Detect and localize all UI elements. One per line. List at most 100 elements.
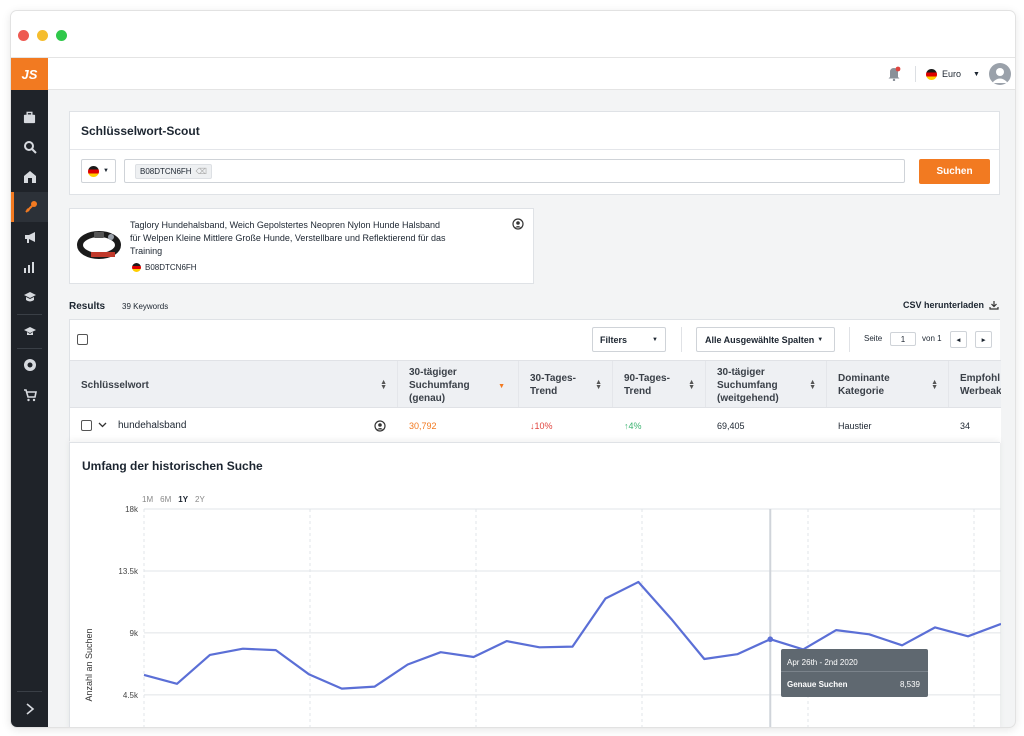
germany-flag-icon xyxy=(132,263,141,272)
marketplace-select[interactable]: ▼ xyxy=(81,159,116,183)
data-point[interactable] xyxy=(901,644,903,646)
store-icon xyxy=(23,171,36,183)
results-label: Results xyxy=(69,301,106,312)
col-exact-volume[interactable]: 30-tägiger Suchumfang (genau) ▼ xyxy=(398,361,519,407)
table-toolbar: Filters ▼ Alle Ausgewählte Spalten ▼ Sei… xyxy=(70,320,1001,360)
data-point[interactable] xyxy=(308,673,310,675)
filters-dropdown[interactable]: Filters ▼ xyxy=(592,327,666,352)
notification-bell[interactable] xyxy=(887,66,901,86)
close-window-button[interactable] xyxy=(18,30,29,41)
app-logo[interactable]: JS xyxy=(11,58,48,90)
avatar[interactable] xyxy=(989,63,1011,85)
sidebar-item-academy[interactable] xyxy=(11,282,48,312)
data-point[interactable] xyxy=(868,633,870,635)
chevron-left-icon: ◂ xyxy=(956,336,961,344)
row-exact-volume: 30,792 xyxy=(409,420,437,431)
chrome-icon xyxy=(23,359,36,371)
row-recommended: 34 xyxy=(960,420,971,431)
data-point[interactable] xyxy=(934,626,936,628)
col-recommended[interactable]: Empfohl Werbeak xyxy=(949,361,1001,407)
germany-flag-icon xyxy=(926,68,937,80)
bar-chart-icon xyxy=(23,262,34,273)
data-point[interactable] xyxy=(571,645,573,647)
data-point[interactable] xyxy=(242,648,244,650)
col-keyword-label: Schlüsselwort xyxy=(81,379,149,391)
sidebar-item-cart[interactable] xyxy=(11,380,48,410)
user-circle-icon[interactable] xyxy=(512,218,524,230)
columns-dropdown[interactable]: Alle Ausgewählte Spalten ▼ xyxy=(696,327,835,352)
data-point[interactable] xyxy=(374,685,376,687)
prev-page-button[interactable]: ◂ xyxy=(950,331,967,348)
data-point[interactable] xyxy=(406,663,408,665)
data-point[interactable] xyxy=(670,618,672,620)
y-axis-label: Anzahl an Suchen xyxy=(84,628,94,701)
cart-icon xyxy=(23,389,37,402)
data-point[interactable] xyxy=(176,683,178,685)
asin-chip-label: B08DTCN6FH xyxy=(140,166,192,176)
app-window: JS Euro ▼ Schlüsselwort-Scout ▼ B08DTCN6… xyxy=(11,11,1015,727)
col-trend-30[interactable]: 30-Tages-Trend ▲ ▼ xyxy=(519,361,613,407)
data-point[interactable] xyxy=(637,581,639,583)
row-broad-volume: 69,405 xyxy=(717,420,745,431)
row-category: Haustier xyxy=(838,420,872,431)
download-icon xyxy=(989,301,999,310)
chevron-down-icon[interactable] xyxy=(98,422,107,428)
table-header: Schlüsselwort ▲ ▼ 30-tägiger Suchumfang (g… xyxy=(70,360,1001,408)
data-point[interactable] xyxy=(835,629,837,631)
asin-chip[interactable]: B08DTCN6FH ⌫ xyxy=(135,163,212,179)
select-all-checkbox[interactable] xyxy=(77,334,88,345)
sidebar-item-store[interactable] xyxy=(11,162,48,192)
next-page-button[interactable]: ▸ xyxy=(975,331,992,348)
key-icon xyxy=(25,201,37,213)
table-row[interactable]: hundehalsband 30,792 ↓ 10% ↑ 4% 69,405 Hau… xyxy=(70,408,1001,443)
maximize-window-button[interactable] xyxy=(56,30,67,41)
minimize-window-button[interactable] xyxy=(37,30,48,41)
sidebar-item-extension[interactable] xyxy=(11,350,48,380)
sidebar-expand-button[interactable] xyxy=(11,694,48,724)
col-trend-30-label: 30-Tages-Trend xyxy=(530,373,576,397)
sidebar-item-courses[interactable] xyxy=(11,316,48,346)
row-checkbox[interactable] xyxy=(81,420,92,431)
trash-icon[interactable]: ⌫ xyxy=(196,167,207,176)
data-point[interactable] xyxy=(769,638,771,640)
data-point[interactable] xyxy=(472,656,474,658)
user-circle-icon[interactable] xyxy=(374,420,386,432)
sidebar-item-promotions[interactable] xyxy=(11,222,48,252)
csv-download-link[interactable]: CSV herunterladen xyxy=(903,300,999,310)
currency-selector[interactable]: Euro ▼ xyxy=(926,67,980,81)
sidebar-item-dashboard[interactable] xyxy=(11,102,48,132)
data-point[interactable] xyxy=(604,597,606,599)
sort-icon: ▲ ▼ xyxy=(380,379,387,391)
asin-search-input[interactable]: B08DTCN6FH ⌫ xyxy=(124,159,905,183)
sort-icon: ▲ ▼ xyxy=(931,379,938,391)
search-button[interactable]: Suchen xyxy=(919,159,990,184)
data-point[interactable] xyxy=(736,653,738,655)
col-exact-volume-label: 30-tägiger Suchumfang (genau) xyxy=(409,366,470,404)
col-category[interactable]: Dominante Kategorie ▲ ▼ xyxy=(827,361,949,407)
product-title[interactable]: Taglory Hundehalsband, Weich Gepolsterte… xyxy=(130,219,450,258)
chevron-down-icon: ▼ xyxy=(973,70,980,78)
data-point[interactable] xyxy=(703,658,705,660)
data-point[interactable] xyxy=(538,646,540,648)
chevron-right-icon: ▸ xyxy=(981,336,986,344)
bell-icon xyxy=(888,66,901,82)
chevron-right-icon xyxy=(25,703,34,715)
top-bar: Euro ▼ xyxy=(48,58,1015,90)
data-point[interactable] xyxy=(275,649,277,651)
sidebar-item-search[interactable] xyxy=(11,132,48,162)
col-keyword[interactable]: Schlüsselwort ▲ ▼ xyxy=(70,361,398,407)
data-point[interactable] xyxy=(505,640,507,642)
page-input[interactable]: 1 xyxy=(890,332,916,346)
sidebar-item-keyword-scout[interactable] xyxy=(11,192,48,222)
data-point[interactable] xyxy=(143,674,145,676)
col-broad-volume[interactable]: 30-tägiger Suchumfang (weitgehend) ▲ ▼ xyxy=(706,361,827,407)
page-label: Seite xyxy=(864,334,883,343)
data-point[interactable] xyxy=(439,651,441,653)
sidebar-item-analytics[interactable] xyxy=(11,252,48,282)
col-category-label: Dominante Kategorie xyxy=(838,373,890,397)
data-point[interactable] xyxy=(967,635,969,637)
data-point[interactable] xyxy=(341,687,343,689)
data-point[interactable] xyxy=(209,654,211,656)
col-trend-90[interactable]: 90-Tages-Trend ▲ ▼ xyxy=(613,361,706,407)
col-broad-volume-label: 30-tägiger Suchumfang (weitgehend) xyxy=(717,366,779,404)
